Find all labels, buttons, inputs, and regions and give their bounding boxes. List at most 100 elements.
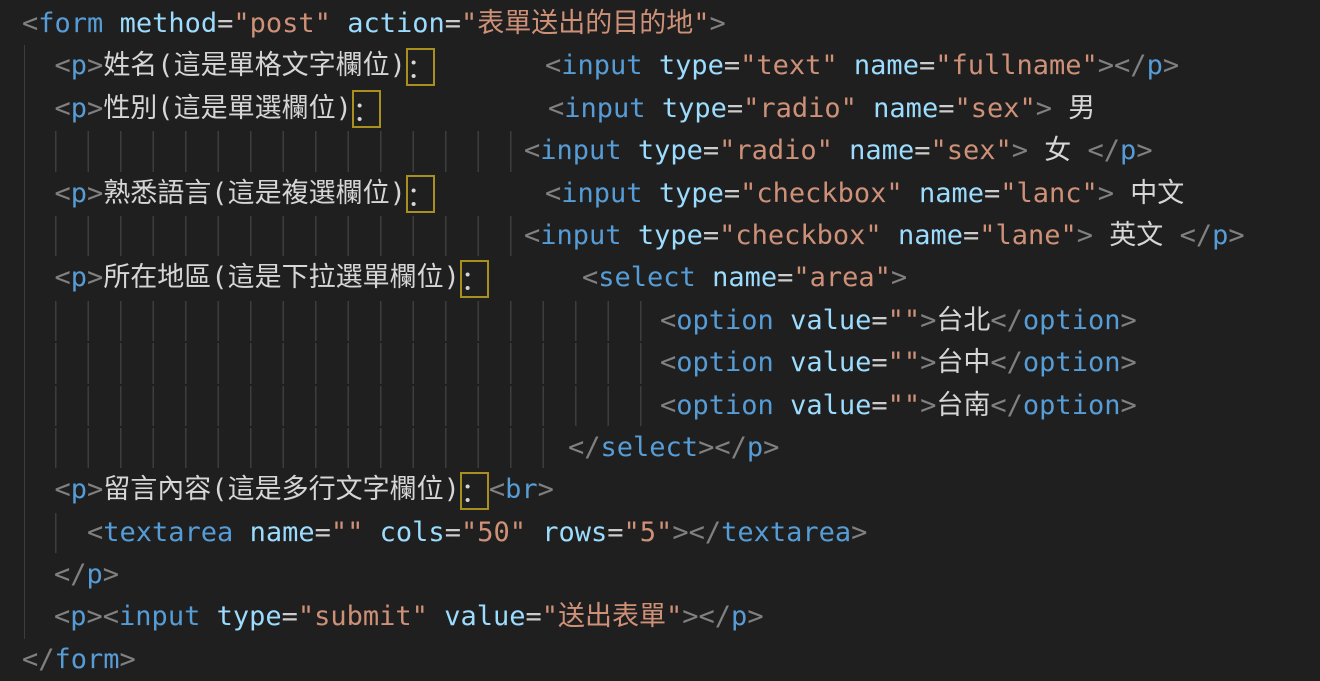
indent-guide	[24, 554, 26, 596]
token-attr: type	[638, 135, 703, 166]
token-pun: >	[1120, 305, 1136, 336]
token-tag: textarea	[103, 517, 233, 548]
token-pun: </	[22, 644, 55, 675]
token-pun: <	[545, 178, 561, 209]
token-pun: <	[55, 50, 71, 81]
indent-guides	[55, 513, 57, 553]
token-txt: 中文	[1114, 178, 1184, 209]
token-tag: p	[71, 50, 87, 81]
token-pun: ><	[87, 601, 120, 632]
token-pun: >	[1036, 93, 1052, 124]
token-attr: name	[250, 517, 315, 548]
token-txt	[774, 390, 790, 421]
token-str: ""	[331, 517, 364, 548]
token-tag: input	[119, 601, 200, 632]
code-segment: <select name="area">	[582, 257, 907, 299]
token-pun: ></	[682, 601, 731, 632]
token-tag: p	[87, 559, 103, 590]
token-pun: >	[1098, 178, 1114, 209]
code-editor[interactable]: <form method="post" action="表單送出的目的地"> <…	[0, 0, 1320, 681]
indent-guides	[55, 343, 642, 383]
token-attr: value	[790, 390, 871, 421]
token-eq: =	[445, 8, 461, 39]
code-line-3: <p>性別(這是單選欄位)： <input type="radio" name="…	[0, 88, 1320, 130]
token-str: "sex"	[954, 93, 1035, 124]
token-tag: p	[71, 474, 87, 505]
token-pun: >	[891, 262, 907, 293]
indent-guide	[24, 427, 26, 469]
token-tag: select	[601, 432, 699, 463]
token-str: "checkbox"	[740, 178, 903, 209]
token-eq: =	[703, 220, 719, 251]
code-line-11: </select></p>	[0, 427, 1320, 469]
token-eq: =	[217, 8, 233, 39]
code-segment: <option value="">台北</option>	[660, 300, 1137, 342]
unicode-highlight-box: ：	[352, 90, 381, 128]
token-pun: >	[87, 50, 103, 81]
token-str: "fullname"	[935, 50, 1098, 81]
indent-guides	[55, 131, 512, 171]
token-eq: =	[871, 390, 887, 421]
token-txt	[643, 50, 659, 81]
token-attr: type	[217, 601, 282, 632]
code-segment: </p>	[54, 554, 119, 596]
code-line-6: <input type="checkbox" name="lane"> 英文 <…	[0, 215, 1320, 257]
code-segment: <input type="checkbox" name="lane"> 英文 <…	[524, 215, 1245, 257]
token-eq: =	[724, 178, 740, 209]
token-txt	[646, 93, 662, 124]
code-segment: <p>姓名(這是單格文字欄位)：	[22, 45, 435, 87]
token-txt	[103, 8, 119, 39]
token-pun: >	[87, 262, 103, 293]
code-line-15: <p><input type="submit" value="送出表單"></p…	[0, 596, 1320, 638]
token-eq: =	[525, 601, 541, 632]
token-attr: action	[347, 8, 445, 39]
code-line-2: <p>姓名(這是單格文字欄位)：<input type="text" name=…	[0, 45, 1320, 87]
token-pun: </	[990, 305, 1023, 336]
token-pun: >	[120, 644, 136, 675]
token-tag: input	[564, 93, 645, 124]
token-tag: option	[1023, 347, 1121, 378]
token-tag: textarea	[721, 517, 851, 548]
token-tag: input	[540, 220, 621, 251]
token-pun: </	[1180, 220, 1213, 251]
token-txt	[233, 517, 249, 548]
token-str: "lane"	[979, 220, 1077, 251]
token-pun: >	[763, 432, 779, 463]
token-txt	[428, 601, 444, 632]
token-txt	[22, 93, 55, 124]
code-segment: <option value="">台南</option>	[660, 385, 1137, 427]
token-pun: <	[489, 474, 505, 505]
token-tag: option	[676, 305, 774, 336]
token-txt	[22, 262, 55, 293]
token-pun: >	[920, 305, 936, 336]
token-eq: =	[984, 178, 1000, 209]
token-attr: name	[712, 262, 777, 293]
code-segment: <input type="radio" name="sex"> 男	[548, 88, 1095, 130]
token-eq: =	[777, 262, 793, 293]
token-tag: p	[71, 262, 87, 293]
token-pun: >	[103, 559, 119, 590]
token-pun: <	[22, 8, 38, 39]
token-tag: p	[747, 432, 763, 463]
token-pun: <	[660, 347, 676, 378]
token-eq: =	[871, 305, 887, 336]
token-pun: <	[55, 262, 71, 293]
token-attr: type	[659, 178, 724, 209]
token-txt	[22, 178, 55, 209]
token-attr: type	[638, 220, 703, 251]
token-pun: >	[920, 390, 936, 421]
code-segment: <p>性別(這是單選欄位)：	[22, 88, 381, 130]
token-pun: <	[87, 517, 103, 548]
token-str: "submit"	[298, 601, 428, 632]
token-txt	[622, 135, 638, 166]
token-pun: ></	[672, 517, 721, 548]
token-txt	[774, 305, 790, 336]
token-attr: value	[790, 347, 871, 378]
token-str: "radio"	[719, 135, 833, 166]
token-pun: </	[1088, 135, 1121, 166]
token-pun: >	[851, 517, 867, 548]
token-txt: 台中	[936, 347, 990, 378]
token-eq: =	[703, 135, 719, 166]
token-pun: <	[545, 50, 561, 81]
token-tag: input	[540, 135, 621, 166]
